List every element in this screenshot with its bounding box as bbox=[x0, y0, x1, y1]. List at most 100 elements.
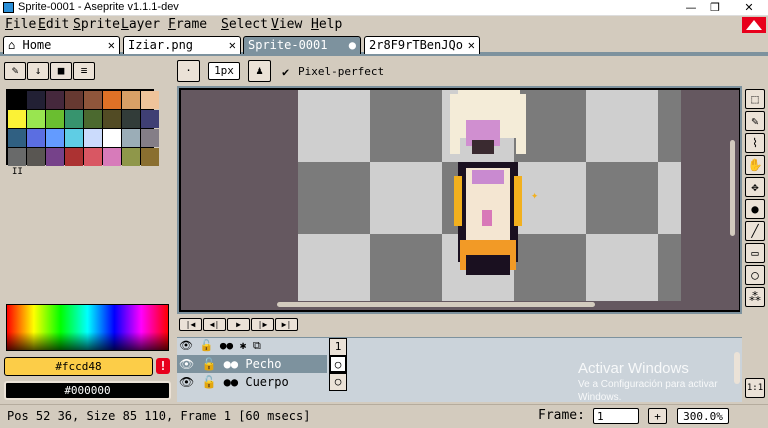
palette-swatch[interactable] bbox=[84, 129, 102, 147]
palette-swatch[interactable] bbox=[122, 91, 140, 109]
first-frame-icon[interactable]: |◀ bbox=[179, 318, 202, 331]
list-icon[interactable]: ≡ bbox=[73, 62, 95, 80]
lock-icon[interactable]: 🔓 bbox=[201, 375, 216, 389]
ink-type-icon[interactable]: ♟ bbox=[248, 60, 271, 82]
layer-row-cuerpo[interactable]: 👁 🔓 ●● Cuerpo bbox=[177, 373, 327, 391]
palette-swatch[interactable] bbox=[65, 110, 83, 128]
foreground-color-button[interactable]: #fccd48 bbox=[4, 357, 153, 376]
palette-swatch[interactable] bbox=[65, 129, 83, 147]
palette-swatch[interactable] bbox=[8, 110, 26, 128]
line-tool-icon[interactable]: ╱ bbox=[745, 221, 765, 241]
palette-swatch[interactable] bbox=[27, 148, 45, 166]
palette-swatch[interactable] bbox=[46, 148, 64, 166]
palette-swatch[interactable] bbox=[46, 91, 64, 109]
background-color-button[interactable]: #000000 bbox=[4, 381, 171, 400]
timeline-scrollbar[interactable] bbox=[734, 352, 740, 384]
blur-tool-icon[interactable]: ⁂ bbox=[745, 287, 765, 307]
play-icon[interactable]: ▶ bbox=[227, 318, 250, 331]
ellipse-tool-icon[interactable]: ◯ bbox=[745, 265, 765, 285]
palette-swatch[interactable] bbox=[103, 91, 121, 109]
menu-sprite[interactable]: Sprite bbox=[73, 17, 120, 32]
vertical-scrollbar[interactable] bbox=[730, 140, 735, 236]
frame-header[interactable]: 1 bbox=[329, 338, 347, 356]
color-palette[interactable] bbox=[6, 89, 159, 166]
menu-edit[interactable]: Edit bbox=[38, 17, 69, 32]
menu-select[interactable]: Select bbox=[221, 17, 268, 32]
fill-tool-icon[interactable]: ● bbox=[745, 199, 765, 219]
pencil-tool-icon[interactable]: ✎ bbox=[745, 111, 765, 131]
menu-layer[interactable]: Layer bbox=[121, 17, 160, 32]
rectangle-tool-icon[interactable]: ▭ bbox=[745, 243, 765, 263]
palette-swatch[interactable] bbox=[141, 129, 159, 147]
palette-swatch[interactable] bbox=[27, 110, 45, 128]
zoom-one-to-one-button[interactable]: 1:1 bbox=[745, 378, 765, 398]
tab-iziar[interactable]: Iziar.png ✕ bbox=[123, 36, 241, 54]
folder-icon[interactable]: ■ bbox=[50, 62, 72, 80]
move-tool-icon[interactable]: ✥ bbox=[745, 177, 765, 197]
eyedropper-tool-icon[interactable]: ⌇ bbox=[745, 133, 765, 153]
tab-home[interactable]: ⌂ Home ✕ bbox=[3, 36, 120, 54]
next-frame-icon[interactable]: |▶ bbox=[251, 318, 274, 331]
palette-swatch[interactable] bbox=[103, 110, 121, 128]
menu-file[interactable]: File bbox=[5, 17, 36, 32]
palette-swatch[interactable] bbox=[46, 110, 64, 128]
color-spectrum[interactable] bbox=[6, 304, 169, 351]
close-tab-icon[interactable]: ✕ bbox=[229, 37, 236, 53]
visibility-eye-icon[interactable]: 👁 bbox=[179, 375, 194, 389]
maximize-button[interactable]: ❐ bbox=[700, 0, 730, 16]
link-icon[interactable]: ●● bbox=[224, 357, 238, 371]
palette-swatch[interactable] bbox=[46, 129, 64, 147]
palette-swatch[interactable] bbox=[8, 129, 26, 147]
pixel-perfect-label[interactable]: Pixel-perfect bbox=[298, 65, 384, 78]
palette-swatch[interactable] bbox=[122, 129, 140, 147]
close-tab-icon[interactable]: ✕ bbox=[108, 37, 115, 53]
visibility-eye-icon[interactable]: 👁 bbox=[179, 357, 194, 371]
tab-2r8f9rtbenjqo[interactable]: 2r8F9rTBenJQo ✕ bbox=[364, 36, 480, 54]
menu-help[interactable]: Help bbox=[311, 17, 342, 32]
warning-icon[interactable]: ! bbox=[156, 358, 170, 374]
palette-swatch[interactable] bbox=[141, 110, 159, 128]
add-frame-button[interactable]: + bbox=[648, 408, 667, 424]
palette-swatch[interactable] bbox=[65, 148, 83, 166]
frame-input[interactable]: 1 bbox=[593, 408, 639, 424]
palette-swatch[interactable] bbox=[8, 91, 26, 109]
palette-swatch[interactable] bbox=[141, 148, 159, 166]
palette-swatch[interactable] bbox=[141, 91, 159, 109]
modified-dot-icon[interactable]: ● bbox=[349, 37, 356, 53]
brush-type-icon[interactable]: · bbox=[177, 60, 200, 82]
palette-swatch[interactable] bbox=[103, 129, 121, 147]
marquee-tool-icon[interactable]: ⬚ bbox=[745, 89, 765, 109]
pixel-perfect-check-icon[interactable]: ✔ bbox=[282, 65, 289, 79]
palette-swatch[interactable] bbox=[122, 148, 140, 166]
zoom-field[interactable]: 300.0% bbox=[677, 408, 729, 424]
palette-swatch[interactable] bbox=[84, 110, 102, 128]
menu-view[interactable]: View bbox=[271, 17, 302, 32]
layer-row-pecho[interactable]: 👁 🔓 ●● Pecho bbox=[177, 355, 327, 373]
palette-swatch[interactable] bbox=[84, 148, 102, 166]
palette-swatch[interactable] bbox=[84, 91, 102, 109]
palette-swatch[interactable] bbox=[65, 91, 83, 109]
pencil-mode-icon[interactable]: ✎ bbox=[4, 62, 26, 80]
cel-pecho-frame-1[interactable]: ○ bbox=[329, 355, 347, 373]
menu-frame[interactable]: Frame bbox=[168, 17, 207, 32]
tab-sprite-0001[interactable]: Sprite-0001 ● bbox=[243, 36, 361, 54]
horizontal-scrollbar[interactable] bbox=[277, 302, 595, 307]
palette-swatch[interactable] bbox=[122, 110, 140, 128]
palette-swatch[interactable] bbox=[103, 148, 121, 166]
brush-size-field[interactable]: 1px bbox=[208, 62, 240, 80]
close-tab-icon[interactable]: ✕ bbox=[468, 37, 475, 53]
lock-icon[interactable]: 🔓 bbox=[201, 357, 216, 371]
download-icon[interactable]: ↓ bbox=[27, 62, 49, 80]
watermark-line-2: Windows. bbox=[578, 392, 622, 403]
last-frame-icon[interactable]: ▶| bbox=[275, 318, 298, 331]
previous-frame-icon[interactable]: ◀| bbox=[203, 318, 226, 331]
hand-tool-icon[interactable]: ✋ bbox=[745, 155, 765, 175]
sprite-editor[interactable]: ✦ bbox=[179, 88, 740, 312]
palette-swatch[interactable] bbox=[27, 129, 45, 147]
close-window-button[interactable]: ✕ bbox=[734, 0, 764, 16]
palette-swatch[interactable] bbox=[27, 91, 45, 109]
cel-cuerpo-frame-1[interactable]: ○ bbox=[329, 373, 347, 391]
palette-resize-handle[interactable]: II bbox=[12, 167, 23, 177]
link-icon[interactable]: ●● bbox=[224, 375, 238, 389]
palette-swatch[interactable] bbox=[8, 148, 26, 166]
